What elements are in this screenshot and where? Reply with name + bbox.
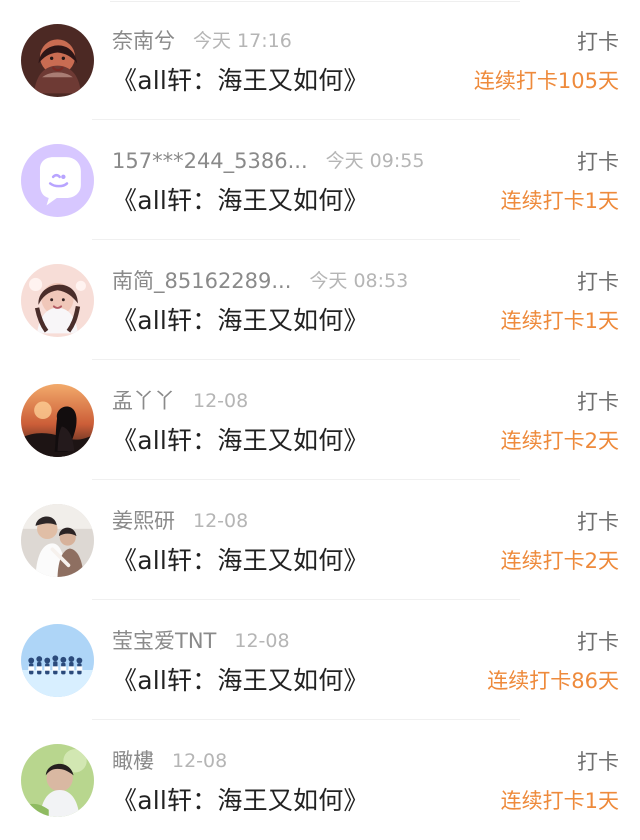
sunset-portrait-avatar[interactable] <box>21 384 94 457</box>
user-meta: 姜熙研 12-08 <box>112 507 432 535</box>
user-meta: 157***244_5386... 今天 09:55 <box>112 147 432 175</box>
user-meta: 孟丫丫 12-08 <box>112 387 432 415</box>
chat-bubble-avatar[interactable] <box>21 144 94 217</box>
streak-count: 连续打卡1天 <box>500 789 619 813</box>
chat-bubble-icon <box>21 144 94 217</box>
checkin-label: 打卡 <box>577 390 619 414</box>
couple-portrait-icon <box>21 504 94 577</box>
list-item[interactable]: 姜熙研 12-08 《all轩：海王又如何》 打卡 连续打卡2天 <box>0 480 640 600</box>
streak-count: 连续打卡1天 <box>500 309 619 333</box>
post-time: 今天 17:16 <box>193 30 292 52</box>
streak-count: 连续打卡2天 <box>500 549 619 573</box>
checkin-feed: 奈南兮 今天 17:16 《all轩：海王又如何》 打卡 连续打卡105天 157… <box>0 0 640 839</box>
list-item[interactable]: 孟丫丫 12-08 《all轩：海王又如何》 打卡 连续打卡2天 <box>0 360 640 480</box>
list-item[interactable]: 南简_85162289... 今天 08:53 《all轩：海王又如何》 打卡 连… <box>0 240 640 360</box>
user-name[interactable]: 孟丫丫 <box>112 387 175 415</box>
checkin-label: 打卡 <box>577 270 619 294</box>
user-name[interactable]: 157***244_5386... <box>112 147 308 175</box>
post-time: 12-08 <box>234 630 290 652</box>
couple-portrait-avatar[interactable] <box>21 504 94 577</box>
group-photo-icon <box>21 624 94 697</box>
user-meta: 南简_85162289... 今天 08:53 <box>112 267 432 295</box>
user-name[interactable]: 莹宝爱TNT <box>112 627 216 655</box>
book-title[interactable]: 《all轩：海王又如何》 <box>112 542 369 580</box>
book-title[interactable]: 《all轩：海王又如何》 <box>112 62 369 100</box>
group-photo-avatar[interactable] <box>21 624 94 697</box>
post-time: 12-08 <box>172 750 228 772</box>
book-title[interactable]: 《all轩：海王又如何》 <box>112 182 369 220</box>
checkin-label: 打卡 <box>577 30 619 54</box>
list-item[interactable]: 莹宝爱TNT 12-08 《all轩：海王又如何》 打卡 连续打卡86天 <box>0 600 640 720</box>
streak-count: 连续打卡86天 <box>487 669 619 693</box>
girl-portrait-avatar[interactable] <box>21 264 94 337</box>
list-item[interactable]: 157***244_5386... 今天 09:55 《all轩：海王又如何》 打… <box>0 120 640 240</box>
woman-portrait-icon <box>21 24 94 97</box>
book-title[interactable]: 《all轩：海王又如何》 <box>112 422 369 460</box>
user-name[interactable]: 姜熙研 <box>112 507 175 535</box>
book-title[interactable]: 《all轩：海王又如何》 <box>112 302 369 340</box>
user-meta: 奈南兮 今天 17:16 <box>112 27 432 55</box>
list-item[interactable]: 奈南兮 今天 17:16 《all轩：海王又如何》 打卡 连续打卡105天 <box>0 0 640 120</box>
book-title[interactable]: 《all轩：海王又如何》 <box>112 782 369 820</box>
post-time: 今天 09:55 <box>325 150 425 172</box>
boy-portrait-avatar[interactable] <box>21 744 94 817</box>
checkin-label: 打卡 <box>577 510 619 534</box>
list-item[interactable]: 瞰樓 12-08 《all轩：海王又如何》 打卡 连续打卡1天 <box>0 720 640 840</box>
streak-count: 连续打卡1天 <box>500 189 619 213</box>
streak-count: 连续打卡2天 <box>500 429 619 453</box>
user-meta: 莹宝爱TNT 12-08 <box>112 627 432 655</box>
boy-portrait-icon <box>21 744 94 817</box>
checkin-label: 打卡 <box>577 630 619 654</box>
book-title[interactable]: 《all轩：海王又如何》 <box>112 662 369 700</box>
checkin-label: 打卡 <box>577 150 619 174</box>
user-name[interactable]: 南简_85162289... <box>112 267 291 295</box>
sunset-portrait-icon <box>21 384 94 457</box>
user-meta: 瞰樓 12-08 <box>112 747 432 775</box>
post-time: 12-08 <box>193 390 249 412</box>
post-time: 12-08 <box>193 510 249 532</box>
woman-portrait-avatar[interactable] <box>21 24 94 97</box>
user-name[interactable]: 瞰樓 <box>112 747 154 775</box>
streak-count: 连续打卡105天 <box>473 69 619 93</box>
checkin-label: 打卡 <box>577 750 619 774</box>
post-time: 今天 08:53 <box>309 270 409 292</box>
user-name[interactable]: 奈南兮 <box>112 27 175 55</box>
girl-portrait-icon <box>21 264 94 337</box>
